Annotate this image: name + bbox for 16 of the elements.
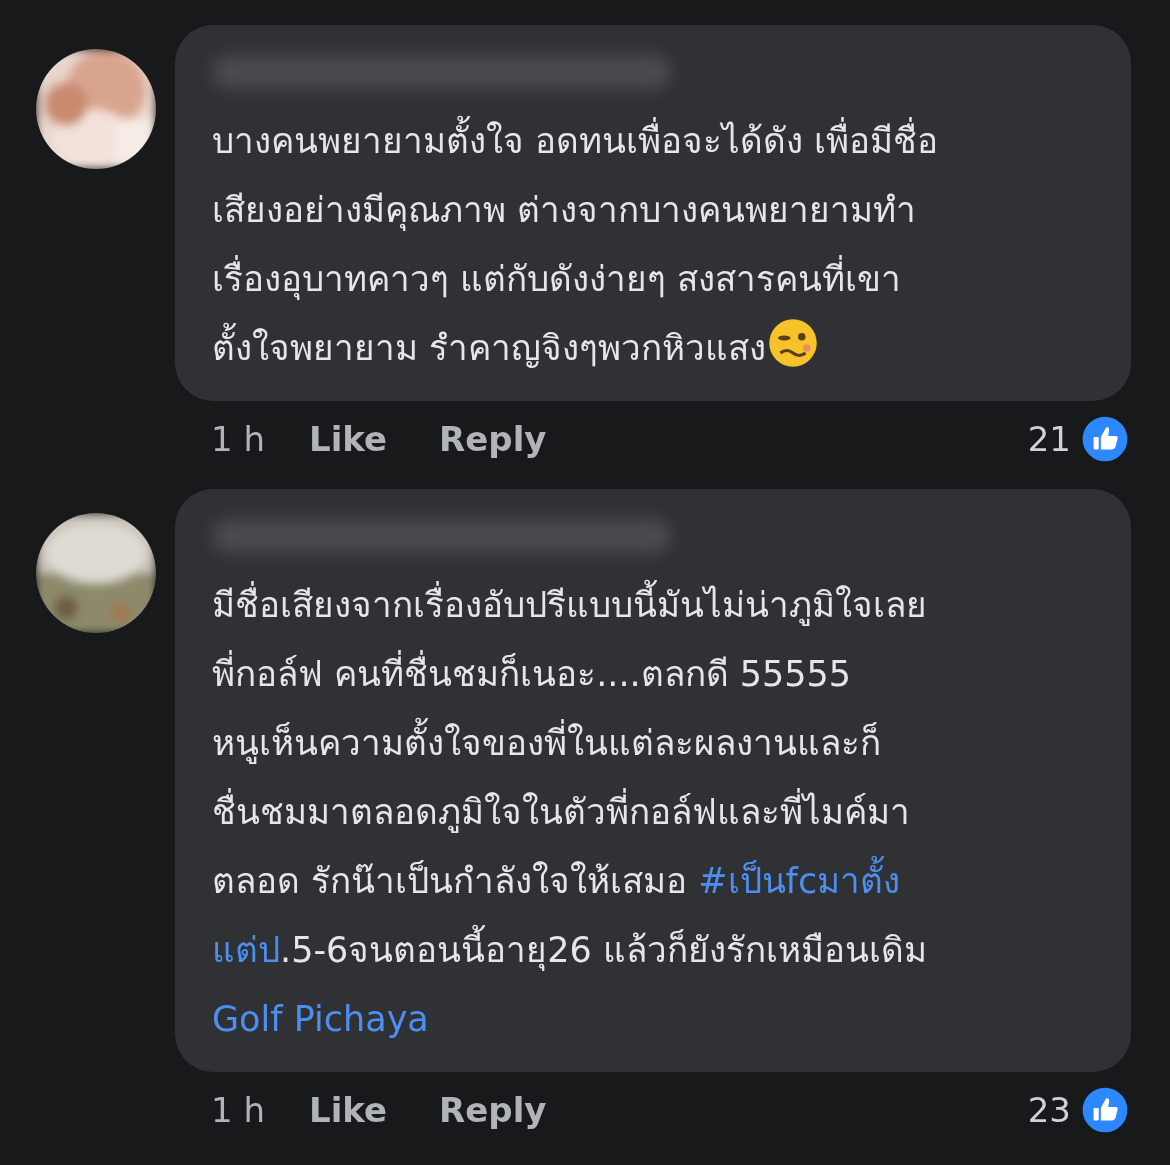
comment-text: บางคนพยายามตั้งใจ อดทนเพื่อจะได้ดัง เพื่อมีชื่อ เสียงอย่างมีคุณภาพ ต่างจากบางคนพยายามทำ เรื่องอุบาทคาวๆ แต่กับดังง่ายๆ สงสารคนที่เขา ตั้งใจพยายาม รำคาญจิงๆพวกหิวแสง [212,107,1101,383]
comment-text: มีชื่อเสียงจากเรื่องอับปรีแบบนี้มันไม่น่าภูมิใจเลย พี่กอล์ฟ คนที่ชื่นชมก็เนอะ....ตลกดี 55555 หนูเห็นความตั้งใจของพี่ในแต่ละผลงานและก็ ชื่นชมมาตลอดภูมิใจในตัวพี่กอล์ฟและพี่ไมค์มา ตลอด รักน๊าเป็นกำลังใจให้เสมอ #เป็นfcมาตั้ง แต่ป.5-6จนตอนนี้อายุ26 แล้วก็ยังรักเหมือนเดิม Golf Pichaya [212,571,1101,1054]
like-link[interactable]: Like [309,1090,388,1130]
reaction-count: 23 [1027,1090,1071,1130]
reaction-count: 21 [1027,419,1071,459]
thumbs-up-icon[interactable] [1079,1084,1131,1136]
timestamp: 1 h [211,419,265,459]
emoji-icon [768,318,819,368]
link[interactable]: Golf Pichaya [212,985,429,1054]
timestamp: 1 h [211,1090,265,1130]
reply-link[interactable]: Reply [439,419,547,459]
reply-link[interactable]: Reply [439,1090,547,1130]
link[interactable]: แต่ป [212,916,280,985]
like-link[interactable]: Like [309,419,388,459]
thumbs-up-icon[interactable] [1079,413,1131,465]
link[interactable]: #เป็นfcมาตั้ง [698,847,901,916]
